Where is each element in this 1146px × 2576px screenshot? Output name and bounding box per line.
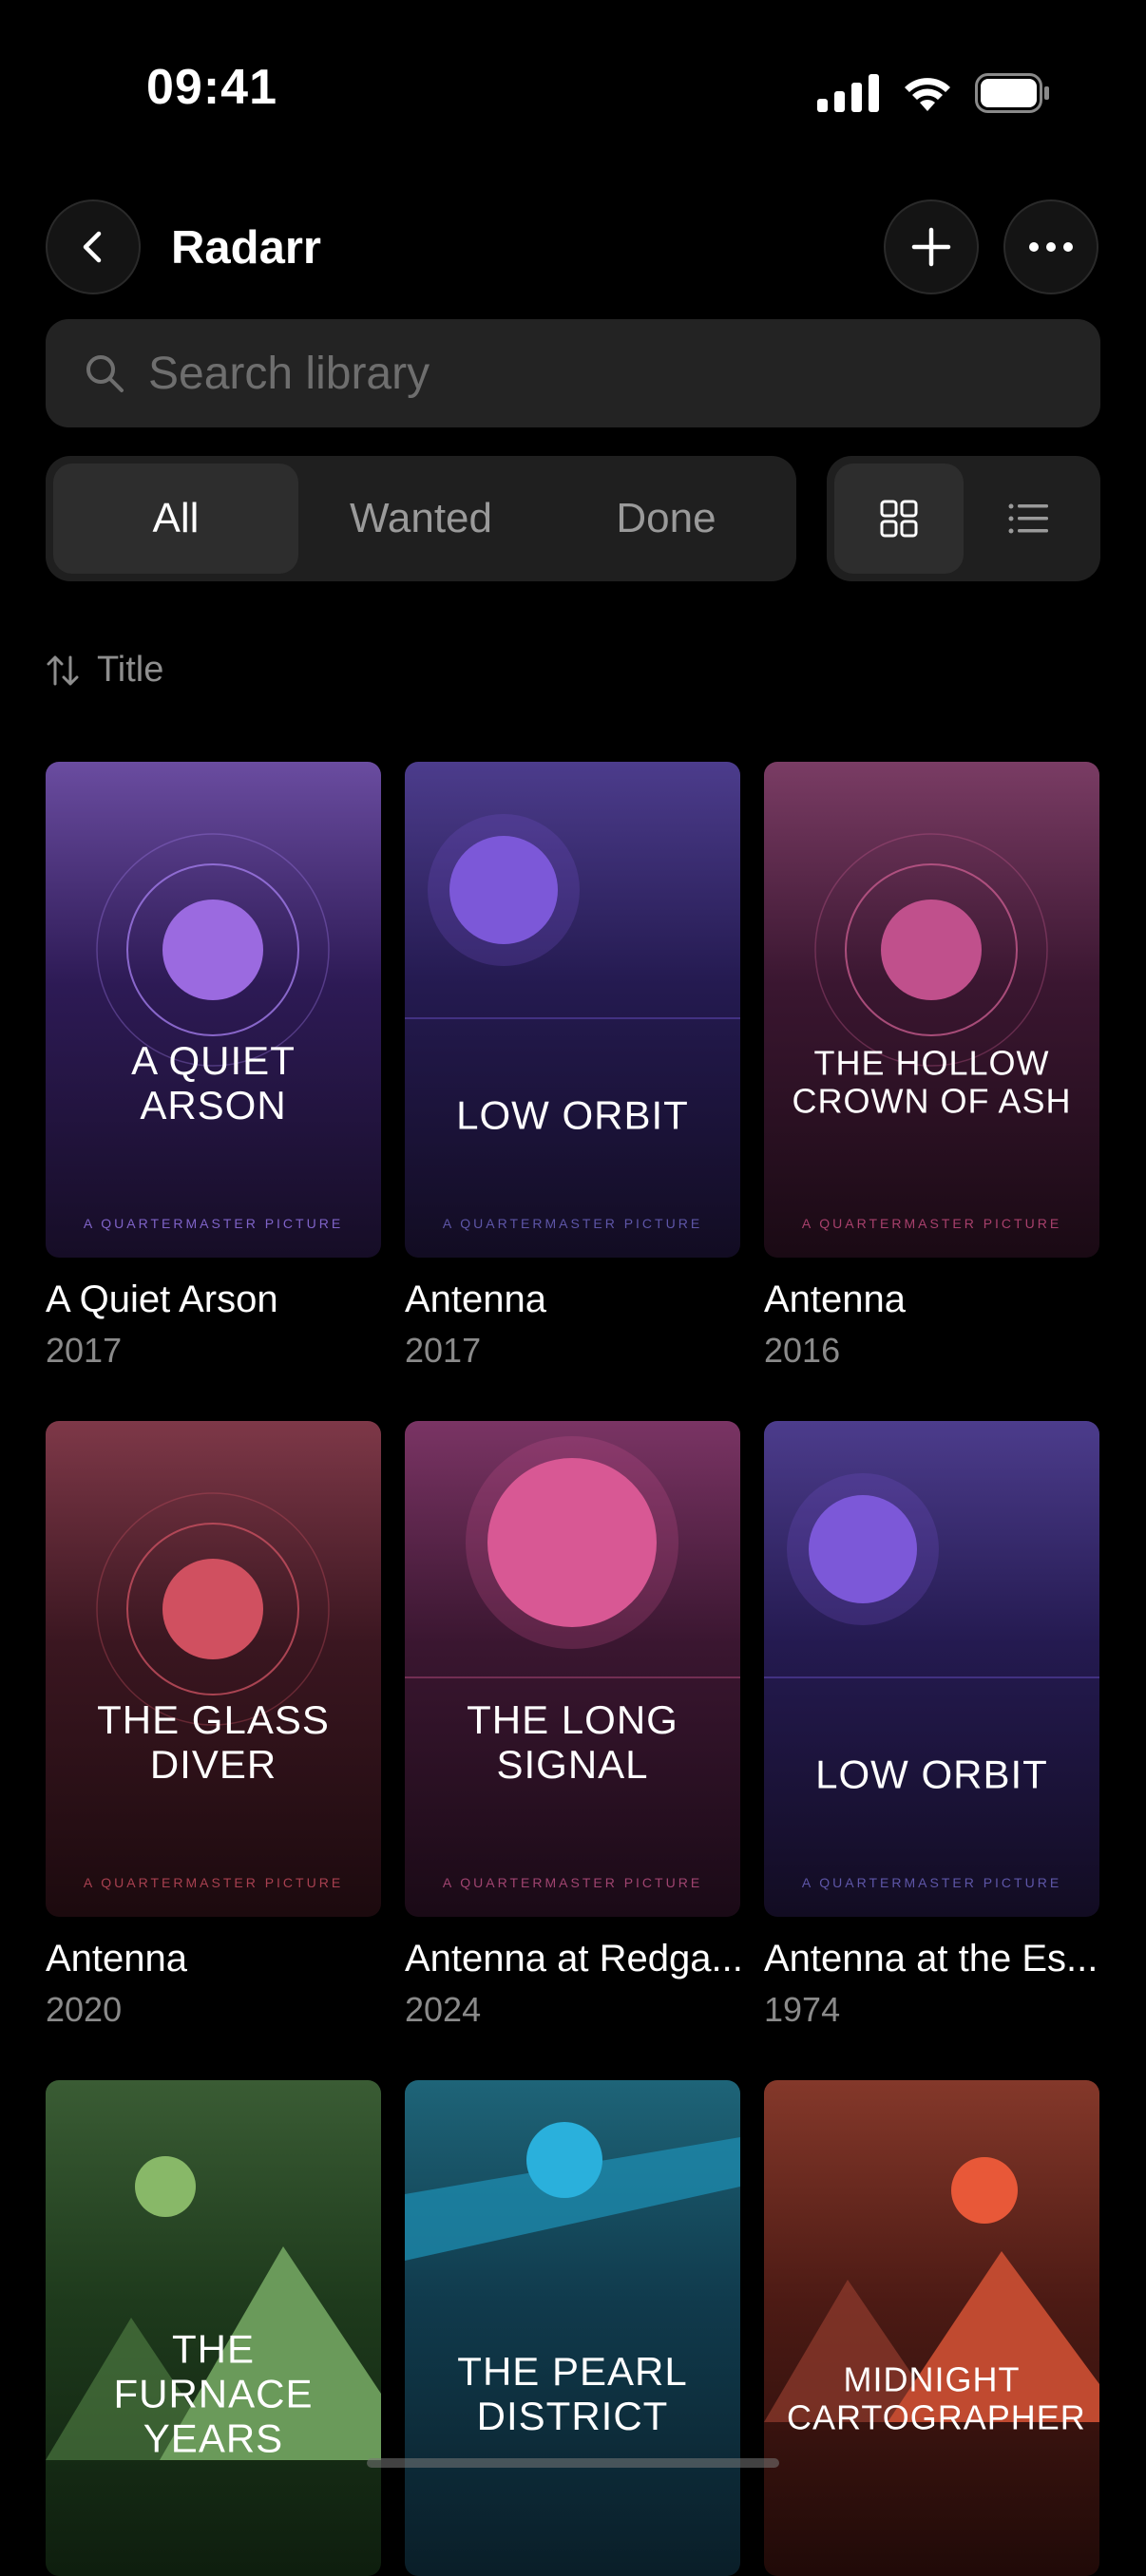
movie-card[interactable]: LOW ORBIT A QUARTERMASTER PICTURE Antenna 2… bbox=[405, 762, 740, 1371]
poster-artwork bbox=[405, 2080, 740, 2576]
list-view-button[interactable] bbox=[964, 464, 1093, 574]
movie-title: Antenna bbox=[405, 1279, 547, 1320]
movie-poster: A QUIET ARSON A QUARTERMASTER PICTURE bbox=[46, 762, 381, 1258]
poster-title: LOW ORBIT bbox=[815, 1752, 1048, 1797]
poster-artwork bbox=[764, 762, 1099, 1258]
movie-card[interactable]: THE GLASS DIVER A QUARTERMASTER PICTURE An… bbox=[46, 1421, 381, 2030]
poster-title: THE LONG SIGNAL bbox=[467, 1696, 678, 1787]
cellular-signal-icon bbox=[817, 74, 879, 112]
search-icon bbox=[86, 355, 124, 392]
movie-year: 2024 bbox=[405, 1990, 482, 2029]
poster-artwork bbox=[405, 762, 740, 1258]
poster-title: LOW ORBIT bbox=[456, 1092, 689, 1138]
poster-artwork bbox=[46, 762, 381, 1258]
movie-poster: THE PEARL DISTRICT bbox=[405, 2080, 740, 2576]
poster-title: MIDNIGHT CARTOGRAPHER bbox=[787, 2359, 1086, 2437]
movie-poster: THE LONG SIGNAL A QUARTERMASTER PICTURE bbox=[405, 1421, 740, 1917]
sort-button[interactable]: Title bbox=[46, 650, 163, 691]
poster-studio-credit: A QUARTERMASTER PICTURE bbox=[442, 1216, 703, 1231]
home-indicator bbox=[367, 2458, 779, 2468]
movie-poster: THE HOLLOW CROWN OF ASH A QUARTERMASTER P… bbox=[764, 762, 1099, 1258]
movie-card[interactable]: LOW ORBIT A QUARTERMASTER PICTURE Antenna … bbox=[764, 1421, 1099, 2030]
movie-card[interactable]: THE FURNACE YEARS bbox=[46, 2080, 381, 2576]
movie-title: A Quiet Arson bbox=[46, 1279, 278, 1320]
poster-artwork bbox=[764, 2080, 1099, 2576]
poster-title: A QUIET ARSON bbox=[131, 1037, 296, 1127]
poster-artwork bbox=[405, 1421, 740, 1917]
search-input[interactable]: Search library bbox=[46, 319, 1100, 427]
page-title: Radarr bbox=[171, 222, 321, 274]
movie-poster: LOW ORBIT A QUARTERMASTER PICTURE bbox=[405, 762, 740, 1258]
movie-poster: THE GLASS DIVER A QUARTERMASTER PICTURE bbox=[46, 1421, 381, 1917]
movie-title: Antenna at the Es... bbox=[764, 1938, 1098, 1979]
sort-label: Title bbox=[97, 650, 164, 690]
movie-poster: THE FURNACE YEARS bbox=[46, 2080, 381, 2576]
movie-title: Antenna bbox=[764, 1279, 907, 1320]
movie-poster: LOW ORBIT A QUARTERMASTER PICTURE bbox=[764, 1421, 1099, 1917]
movie-year: 2017 bbox=[405, 1331, 482, 1370]
poster-artwork bbox=[46, 1421, 381, 1917]
filter-all[interactable]: All bbox=[53, 464, 298, 574]
poster-title: THE PEARL DISTRICT bbox=[457, 2348, 688, 2438]
list-icon bbox=[1008, 503, 1048, 534]
movie-poster: MIDNIGHT CARTOGRAPHER bbox=[764, 2080, 1099, 2576]
movie-card[interactable]: MIDNIGHT CARTOGRAPHER bbox=[764, 2080, 1099, 2576]
battery-icon bbox=[975, 73, 1049, 113]
grid-icon bbox=[880, 500, 918, 538]
status-time: 09:41 bbox=[146, 60, 277, 115]
movie-card[interactable]: THE PEARL DISTRICT bbox=[405, 2080, 740, 2576]
view-toggle bbox=[827, 456, 1100, 581]
movie-year: 2016 bbox=[764, 1331, 841, 1370]
movie-title: Antenna bbox=[46, 1938, 188, 1979]
movie-year: 2017 bbox=[46, 1331, 123, 1370]
grid-view-button[interactable] bbox=[834, 464, 964, 574]
poster-artwork bbox=[764, 1421, 1099, 1917]
movie-card[interactable]: A QUIET ARSON A QUARTERMASTER PICTURE A Qu… bbox=[46, 762, 381, 1371]
poster-studio-credit: A QUARTERMASTER PICTURE bbox=[83, 1875, 344, 1890]
plus-icon bbox=[911, 227, 951, 267]
poster-title: THE FURNACE YEARS bbox=[113, 2326, 314, 2461]
status-icons bbox=[817, 72, 1051, 114]
poster-studio-credit: A QUARTERMASTER PICTURE bbox=[801, 1875, 1062, 1890]
poster-studio-credit: A QUARTERMASTER PICTURE bbox=[442, 1875, 703, 1890]
search-placeholder: Search library bbox=[148, 348, 430, 399]
movie-title: Antenna at Redga... bbox=[405, 1938, 740, 1979]
more-options-button[interactable] bbox=[1003, 199, 1098, 294]
filter-segmented-control: All Wanted Done bbox=[46, 456, 796, 581]
poster-studio-credit: A QUARTERMASTER PICTURE bbox=[801, 1216, 1062, 1231]
movie-card[interactable]: THE LONG SIGNAL A QUARTERMASTER PICTURE An… bbox=[405, 1421, 740, 2030]
chevron-left-icon bbox=[83, 231, 102, 263]
back-button[interactable] bbox=[46, 199, 141, 294]
poster-title: THE HOLLOW CROWN OF ASH bbox=[792, 1043, 1072, 1121]
add-movie-button[interactable] bbox=[884, 199, 979, 294]
movie-year: 2020 bbox=[46, 1990, 123, 2029]
ellipsis-icon bbox=[1029, 242, 1073, 252]
filter-done[interactable]: Done bbox=[544, 464, 789, 574]
poster-title: THE GLASS DIVER bbox=[97, 1696, 330, 1787]
wifi-icon bbox=[905, 78, 950, 111]
poster-studio-credit: A QUARTERMASTER PICTURE bbox=[83, 1216, 344, 1231]
movie-year: 1974 bbox=[764, 1990, 841, 2029]
sort-arrows-icon bbox=[47, 655, 79, 685]
filter-wanted[interactable]: Wanted bbox=[298, 464, 544, 574]
movie-card[interactable]: THE HOLLOW CROWN OF ASH A QUARTERMASTER P… bbox=[764, 762, 1099, 1371]
